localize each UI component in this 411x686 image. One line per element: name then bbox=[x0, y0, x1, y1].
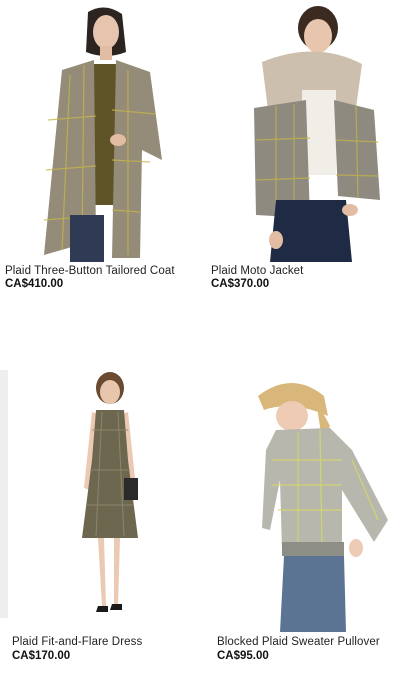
product-image-plaid-tailored-coat[interactable] bbox=[0, 0, 205, 262]
product-image-plaid-fit-and-flare-dress[interactable] bbox=[10, 370, 210, 632]
product-name[interactable]: Blocked Plaid Sweater Pullover bbox=[217, 636, 380, 648]
product-price: CA$370.00 bbox=[211, 278, 270, 290]
product-price: CA$170.00 bbox=[12, 650, 71, 662]
product-image-plaid-moto-jacket[interactable] bbox=[206, 0, 411, 262]
product-image-blocked-plaid-sweater[interactable] bbox=[212, 370, 411, 632]
product-card-4[interactable]: Blocked Plaid Sweater Pullover CA$95.00 bbox=[212, 370, 411, 670]
product-price: CA$95.00 bbox=[217, 650, 269, 662]
product-name[interactable]: Plaid Moto Jacket bbox=[211, 265, 303, 277]
product-price: CA$410.00 bbox=[5, 278, 64, 290]
product-card-2[interactable]: Plaid Moto Jacket CA$370.00 bbox=[206, 0, 411, 300]
product-card-1[interactable]: Plaid Three-Button Tailored Coat CA$410.… bbox=[0, 0, 205, 300]
product-name[interactable]: Plaid Fit-and-Flare Dress bbox=[12, 636, 142, 648]
product-name[interactable]: Plaid Three-Button Tailored Coat bbox=[5, 265, 175, 277]
product-card-3[interactable]: Plaid Fit-and-Flare Dress CA$170.00 bbox=[0, 370, 210, 670]
